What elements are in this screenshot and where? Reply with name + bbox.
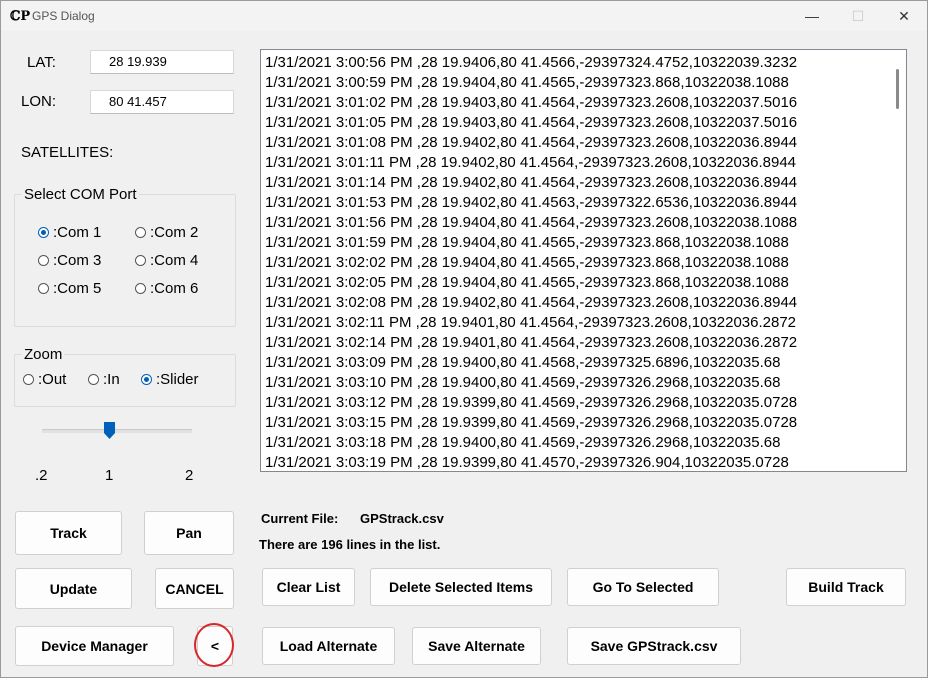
save-alternate-button[interactable]: Save Alternate: [412, 627, 541, 665]
close-button[interactable]: ✕: [881, 1, 927, 31]
radio-zoom-in[interactable]: :In: [88, 371, 120, 388]
radio-selected-icon: [141, 374, 152, 385]
list-item[interactable]: 1/31/2021 3:03:18 PM ,28 19.9400,80 41.4…: [265, 433, 892, 453]
current-file-name: GPStrack.csv: [360, 511, 444, 526]
radio-label: :Out: [38, 371, 67, 388]
go-to-selected-button[interactable]: Go To Selected: [567, 568, 719, 606]
radio-zoom-slider[interactable]: :Slider: [141, 371, 199, 388]
list-item[interactable]: 1/31/2021 3:03:19 PM ,28 19.9399,80 41.4…: [265, 453, 892, 471]
minimize-button[interactable]: —: [789, 1, 835, 31]
slider-min-label: .2: [35, 467, 48, 484]
radio-com-2[interactable]: :Com 2: [135, 224, 198, 241]
cancel-button[interactable]: CANCEL: [155, 568, 234, 609]
radio-unselected-icon: [38, 255, 49, 266]
build-track-button[interactable]: Build Track: [786, 568, 906, 606]
current-file-label: Current File:: [261, 511, 339, 526]
list-item[interactable]: 1/31/2021 3:03:15 PM ,28 19.9399,80 41.4…: [265, 413, 892, 433]
gps-dialog-window: ℂP GPS Dialog — ☐ ✕ LAT: 28 19.939 LON: …: [0, 0, 928, 678]
close-icon: ✕: [898, 7, 910, 24]
lat-label: LAT:: [27, 54, 56, 71]
list-item[interactable]: 1/31/2021 3:03:10 PM ,28 19.9400,80 41.4…: [265, 373, 892, 393]
gps-log-listbox[interactable]: 1/31/2021 3:00:56 PM ,28 19.9406,80 41.4…: [260, 49, 907, 472]
slider-mid-label: 1: [105, 467, 114, 484]
list-item[interactable]: 1/31/2021 3:01:08 PM ,28 19.9402,80 41.4…: [265, 133, 892, 153]
lon-field[interactable]: 80 41.457: [90, 90, 234, 114]
radio-label: :Com 4: [150, 252, 199, 269]
window-title: GPS Dialog: [32, 9, 95, 23]
maximize-button: ☐: [835, 1, 881, 31]
list-item[interactable]: 1/31/2021 3:02:11 PM ,28 19.9401,80 41.4…: [265, 313, 892, 333]
update-button[interactable]: Update: [15, 568, 132, 609]
line-count-text: There are 196 lines in the list.: [259, 537, 441, 552]
radio-com-6[interactable]: :Com 6: [135, 280, 198, 297]
radio-com-5[interactable]: :Com 5: [38, 280, 101, 297]
lon-label: LON:: [21, 93, 57, 110]
list-item[interactable]: 1/31/2021 3:00:56 PM ,28 19.9406,80 41.4…: [265, 53, 892, 73]
list-item[interactable]: 1/31/2021 3:01:14 PM ,28 19.9402,80 41.4…: [265, 173, 892, 193]
app-logo-icon: ℂP: [10, 9, 31, 24]
radio-label: :Com 3: [53, 252, 102, 269]
list-item[interactable]: 1/31/2021 3:02:14 PM ,28 19.9401,80 41.4…: [265, 333, 892, 353]
gps-log-list: 1/31/2021 3:00:56 PM ,28 19.9406,80 41.4…: [265, 53, 892, 471]
save-gpstrack-button[interactable]: Save GPStrack.csv: [567, 627, 741, 665]
list-item[interactable]: 1/31/2021 3:01:05 PM ,28 19.9403,80 41.4…: [265, 113, 892, 133]
highlight-circle: [194, 623, 234, 667]
radio-unselected-icon: [23, 374, 34, 385]
minimize-icon: —: [805, 8, 819, 24]
radio-unselected-icon: [135, 283, 146, 294]
list-item[interactable]: 1/31/2021 3:00:59 PM ,28 19.9404,80 41.4…: [265, 73, 892, 93]
clear-list-button[interactable]: Clear List: [262, 568, 355, 606]
lat-field[interactable]: 28 19.939: [90, 50, 234, 74]
slider-thumb-icon[interactable]: [104, 422, 115, 439]
delete-selected-button[interactable]: Delete Selected Items: [370, 568, 552, 606]
radio-unselected-icon: [135, 255, 146, 266]
radio-com-1[interactable]: :Com 1: [38, 224, 101, 241]
radio-label: :Com 2: [150, 224, 199, 241]
list-item[interactable]: 1/31/2021 3:01:11 PM ,28 19.9402,80 41.4…: [265, 153, 892, 173]
list-item[interactable]: 1/31/2021 3:01:59 PM ,28 19.9404,80 41.4…: [265, 233, 892, 253]
radio-label: :Com 6: [150, 280, 199, 297]
radio-label: :Com 1: [53, 224, 102, 241]
radio-com-4[interactable]: :Com 4: [135, 252, 198, 269]
track-button[interactable]: Track: [15, 511, 122, 555]
zoom-group-title: Zoom: [22, 346, 65, 363]
list-item[interactable]: 1/31/2021 3:03:12 PM ,28 19.9399,80 41.4…: [265, 393, 892, 413]
list-item[interactable]: 1/31/2021 3:03:09 PM ,28 19.9400,80 41.4…: [265, 353, 892, 373]
satellites-label: SATELLITES:: [21, 144, 114, 161]
zoom-slider-track[interactable]: [42, 429, 192, 433]
radio-unselected-icon: [135, 227, 146, 238]
list-item[interactable]: 1/31/2021 3:02:08 PM ,28 19.9402,80 41.4…: [265, 293, 892, 313]
list-item[interactable]: 1/31/2021 3:01:56 PM ,28 19.9404,80 41.4…: [265, 213, 892, 233]
maximize-icon: ☐: [851, 7, 865, 24]
list-item[interactable]: 1/31/2021 3:02:05 PM ,28 19.9404,80 41.4…: [265, 273, 892, 293]
list-item[interactable]: 1/31/2021 3:01:02 PM ,28 19.9403,80 41.4…: [265, 93, 892, 113]
load-alternate-button[interactable]: Load Alternate: [262, 627, 395, 665]
radio-unselected-icon: [38, 283, 49, 294]
radio-label: :In: [103, 371, 120, 388]
radio-unselected-icon: [88, 374, 99, 385]
device-manager-button[interactable]: Device Manager: [15, 626, 174, 666]
com-port-group-title: Select COM Port: [22, 186, 139, 203]
list-item[interactable]: 1/31/2021 3:02:02 PM ,28 19.9404,80 41.4…: [265, 253, 892, 273]
radio-com-3[interactable]: :Com 3: [38, 252, 101, 269]
radio-label: :Com 5: [53, 280, 102, 297]
pan-button[interactable]: Pan: [144, 511, 234, 555]
radio-label: :Slider: [156, 371, 199, 388]
radio-zoom-out[interactable]: :Out: [23, 371, 66, 388]
list-scrollbar-thumb[interactable]: [896, 69, 899, 109]
radio-selected-icon: [38, 227, 49, 238]
title-bar: ℂP GPS Dialog — ☐ ✕: [1, 1, 927, 31]
list-item[interactable]: 1/31/2021 3:01:53 PM ,28 19.9402,80 41.4…: [265, 193, 892, 213]
slider-max-label: 2: [185, 467, 194, 484]
